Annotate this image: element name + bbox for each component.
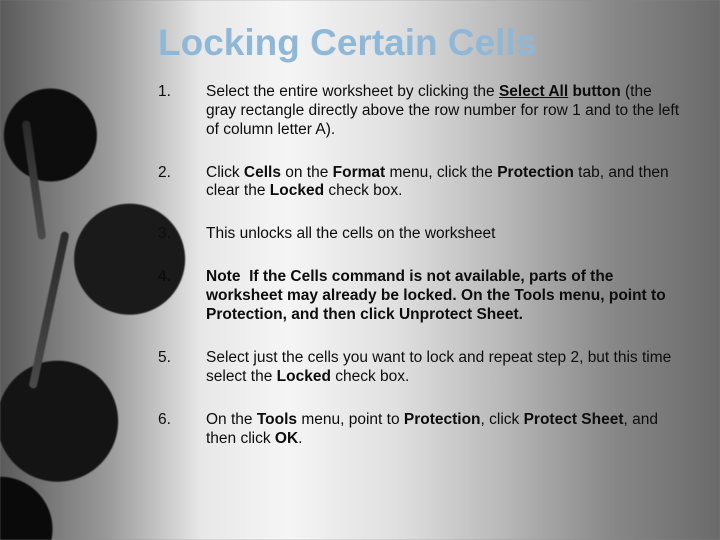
step-number: 4.	[158, 268, 180, 325]
slide-title: Locking Certain Cells	[158, 24, 680, 63]
step-text: Select the entire worksheet by clicking …	[206, 83, 680, 140]
step-2: 2. Click Cells on the Format menu, click…	[158, 164, 680, 202]
step-text: Click Cells on the Format menu, click th…	[206, 164, 680, 202]
step-text: This unlocks all the cells on the worksh…	[206, 225, 680, 244]
step-3: 3. This unlocks all the cells on the wor…	[158, 225, 680, 244]
step-1: 1. Select the entire worksheet by clicki…	[158, 83, 680, 140]
step-number: 5.	[158, 349, 180, 387]
slide-content: Locking Certain Cells 1. Select the enti…	[0, 0, 720, 540]
step-text: Select just the cells you want to lock a…	[206, 349, 680, 387]
step-number: 2.	[158, 164, 180, 202]
step-5: 5. Select just the cells you want to loc…	[158, 349, 680, 387]
step-4: 4. Note If the Cells command is not avai…	[158, 268, 680, 325]
step-text: Note If the Cells command is not availab…	[206, 268, 680, 325]
step-number: 1.	[158, 83, 180, 140]
step-number: 6.	[158, 411, 180, 449]
step-6: 6. On the Tools menu, point to Protectio…	[158, 411, 680, 449]
step-text: On the Tools menu, point to Protection, …	[206, 411, 680, 449]
step-number: 3.	[158, 225, 180, 244]
steps-list: 1. Select the entire worksheet by clicki…	[158, 83, 680, 449]
